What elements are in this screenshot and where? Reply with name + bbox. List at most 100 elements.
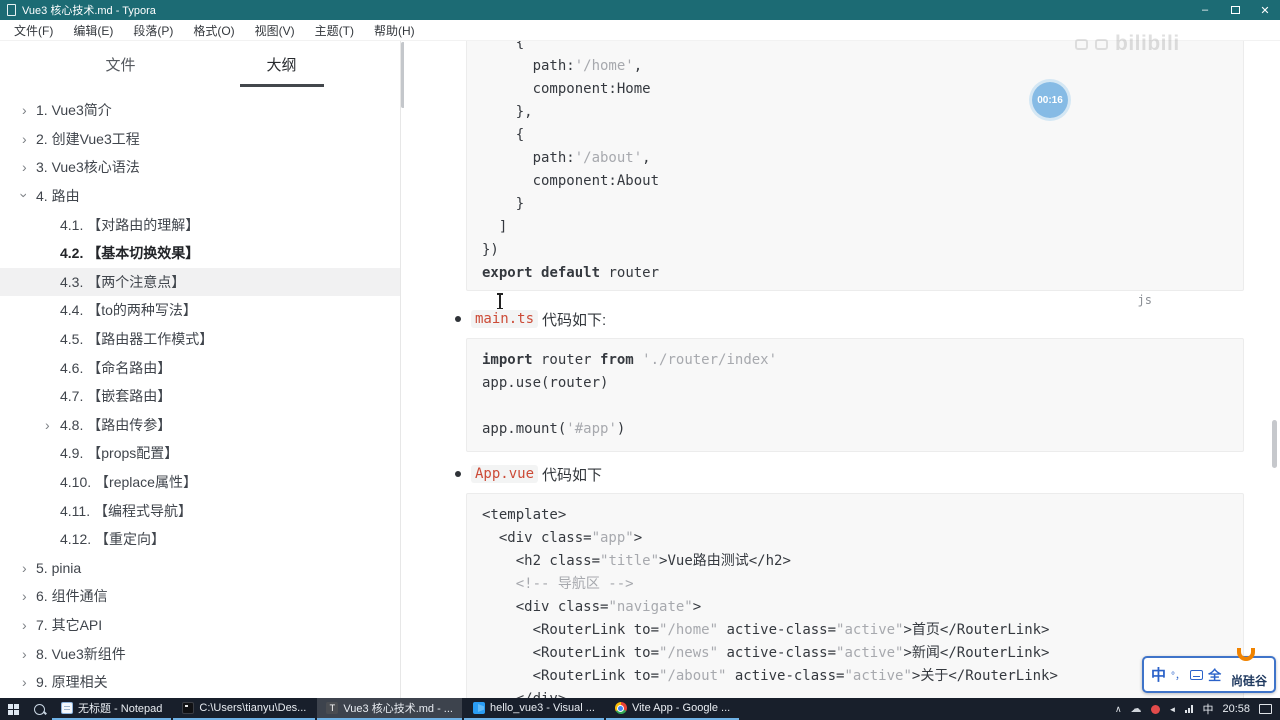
chevron-right-icon[interactable]: › xyxy=(45,418,50,432)
outline-item[interactable]: 4.5. 【路由器工作模式】 xyxy=(0,325,400,354)
outline-item[interactable]: › 3. Vue3核心语法 xyxy=(0,153,400,182)
maximize-button[interactable] xyxy=(1220,0,1250,20)
taskbar-button-notepad[interactable]: 无标题 - Notepad xyxy=(52,698,172,720)
ime-mode-indicator[interactable]: 中 xyxy=(1151,664,1166,685)
ime-punctuation[interactable]: °， xyxy=(1171,667,1185,682)
outline-item[interactable]: 4.11. 【编程式导航】 xyxy=(0,496,400,525)
menubar: 文件(F) 编辑(E) 段落(P) 格式(O) 视图(V) 主题(T) 帮助(H) xyxy=(0,20,1280,41)
bullet-icon xyxy=(455,471,461,477)
code-line: } xyxy=(482,196,525,212)
taskbar-button-cmd[interactable]: C:\Users\tianyu\Des... xyxy=(173,698,316,720)
chevron-right-icon[interactable]: › xyxy=(22,132,27,146)
code-line: path:'/about', xyxy=(482,150,651,166)
editor[interactable]: { path:'/home', component:Home }, { path… xyxy=(404,41,1280,698)
menu-item-1[interactable]: 文件(F) xyxy=(4,22,63,39)
outline-item[interactable]: › 5. pinia xyxy=(0,554,400,583)
code-line: component:About xyxy=(482,173,660,189)
chevron-right-icon[interactable]: › xyxy=(22,561,27,575)
search-button[interactable] xyxy=(26,698,52,720)
outline-item[interactable]: 4.9. 【props配置】 xyxy=(0,439,400,468)
code-block-app-vue[interactable]: <template> <div class="app"> <h2 class="… xyxy=(466,493,1244,698)
taskbar-button-label: hello_vue3 - Visual ... xyxy=(489,702,595,714)
outline-item-label: 9. 原理相关 xyxy=(36,674,108,691)
code-line: <!-- 导航区 --> xyxy=(482,576,634,592)
keyboard-icon[interactable] xyxy=(1190,669,1204,680)
outline-item[interactable]: › 1. Vue3简介 xyxy=(0,96,400,125)
taskbar-button-typora[interactable]: Vue3 核心技术.md - ... xyxy=(317,698,462,720)
menu-item-7[interactable]: 帮助(H) xyxy=(364,22,425,39)
outline-item-label: 4.8. 【路由传参】 xyxy=(60,416,172,433)
list-item[interactable]: App.vue 代码如下 xyxy=(455,464,1244,484)
code-line: component:Home xyxy=(482,81,651,97)
code-language-label[interactable]: js xyxy=(1138,293,1152,307)
outline-item[interactable]: 4.10. 【replace属性】 xyxy=(0,468,400,497)
chevron-right-icon[interactable]: › xyxy=(22,647,27,661)
outline-item[interactable]: › 4.8. 【路由传参】 xyxy=(0,411,400,440)
atguigu-logo: 尚硅谷 xyxy=(1226,648,1267,691)
code-line: <RouterLink to="/news" active-class="act… xyxy=(482,645,1050,661)
cloud-icon[interactable]: ☁ xyxy=(1131,703,1142,715)
chevron-right-icon[interactable]: › xyxy=(22,103,27,117)
menu-item-3[interactable]: 段落(P) xyxy=(123,22,183,39)
content-scrollbar-thumb[interactable] xyxy=(1272,420,1277,468)
outline-item[interactable]: › 2. 创建Vue3工程 xyxy=(0,125,400,154)
start-button[interactable] xyxy=(0,698,26,720)
outline-list: › 1. Vue3简介 › 2. 创建Vue3工程 › 3. Vue3核心语法 › 4. 路由… xyxy=(0,87,400,698)
ime-indicator[interactable]: 中 xyxy=(1202,701,1213,717)
ime-fullwidth-indicator[interactable]: 全 xyxy=(1208,665,1221,684)
cmd-icon xyxy=(182,702,195,714)
chevron-right-icon[interactable]: › xyxy=(22,160,27,174)
tab-outline[interactable]: 大纲 xyxy=(201,41,362,87)
notification-icon[interactable] xyxy=(1259,704,1272,714)
chevron-down-icon[interactable]: › xyxy=(16,193,32,198)
code-line: app.mount('#app') xyxy=(482,421,626,437)
bullet-icon xyxy=(455,316,461,322)
chevron-right-icon[interactable]: › xyxy=(22,618,27,632)
outline-item[interactable]: 4.3. 【两个注意点】 xyxy=(0,267,400,297)
clock[interactable]: 20:58 xyxy=(1222,703,1250,715)
volume-icon[interactable]: ◄ xyxy=(1169,705,1177,714)
outline-item[interactable]: › 6. 组件通信 xyxy=(0,582,400,611)
outline-item[interactable]: 4.4. 【to的两种写法】 xyxy=(0,296,400,325)
outline-item[interactable]: 4.12. 【重定向】 xyxy=(0,525,400,554)
outline-item-label: 4.9. 【props配置】 xyxy=(60,445,179,462)
code-line: }, xyxy=(482,104,533,120)
list-item[interactable]: main.ts 代码如下: xyxy=(455,309,1244,329)
hidden-icons-chevron-icon[interactable]: ∧ xyxy=(1115,704,1122,715)
close-button[interactable]: ✕ xyxy=(1250,0,1280,20)
outline-item[interactable]: › 7. 其它API xyxy=(0,611,400,640)
outline-item[interactable]: 4.6. 【命名路由】 xyxy=(0,353,400,382)
taskbar-button-chrome[interactable]: Vite App - Google ... xyxy=(605,698,740,720)
code-line: <h2 class="title">Vue路由测试</h2> xyxy=(482,553,791,569)
taskbar-button-vscode[interactable]: hello_vue3 - Visual ... xyxy=(463,698,604,720)
outline-item[interactable]: 4.2. 【基本切换效果】 xyxy=(0,239,400,268)
menu-item-6[interactable]: 主题(T) xyxy=(305,22,364,39)
menu-item-2[interactable]: 编辑(E) xyxy=(63,22,123,39)
outline-item[interactable]: › 8. Vue3新组件 xyxy=(0,639,400,668)
code-block-router[interactable]: { path:'/home', component:Home }, { path… xyxy=(466,41,1244,291)
menu-item-4[interactable]: 格式(O) xyxy=(183,22,244,39)
chevron-right-icon[interactable]: › xyxy=(22,589,27,603)
ime-toolbar[interactable]: 中 °， 全 尚硅谷 xyxy=(1142,648,1276,693)
outline-item[interactable]: 4.1. 【对路由的理解】 xyxy=(0,210,400,239)
caret-row: js xyxy=(466,293,1244,309)
code-block-main-ts[interactable]: import router from './router/index' app.u… xyxy=(466,338,1244,452)
taskbar-button-label: Vite App - Google ... xyxy=(631,702,731,714)
tab-files[interactable]: 文件 xyxy=(40,41,201,87)
code-line: <div class="navigate"> xyxy=(482,599,702,615)
recorder-icon[interactable] xyxy=(1150,704,1160,714)
code-line: { xyxy=(482,127,525,143)
outline-item-label: 4.4. 【to的两种写法】 xyxy=(60,302,197,319)
outline-item[interactable]: 4.7. 【嵌套路由】 xyxy=(0,382,400,411)
menu-item-5[interactable]: 视图(V) xyxy=(245,22,305,39)
outline-item-label: 4.7. 【嵌套路由】 xyxy=(60,388,172,405)
minimize-button[interactable]: – xyxy=(1190,0,1220,20)
search-icon xyxy=(33,703,45,715)
windows-logo-icon xyxy=(7,703,19,715)
document-icon xyxy=(7,4,16,16)
window-controls: – ✕ xyxy=(1190,0,1280,20)
chevron-right-icon[interactable]: › xyxy=(22,675,27,689)
outline-item[interactable]: › 4. 路由 xyxy=(0,182,400,211)
outline-item[interactable]: › 9. 原理相关 xyxy=(0,668,400,697)
network-icon[interactable] xyxy=(1185,705,1194,713)
